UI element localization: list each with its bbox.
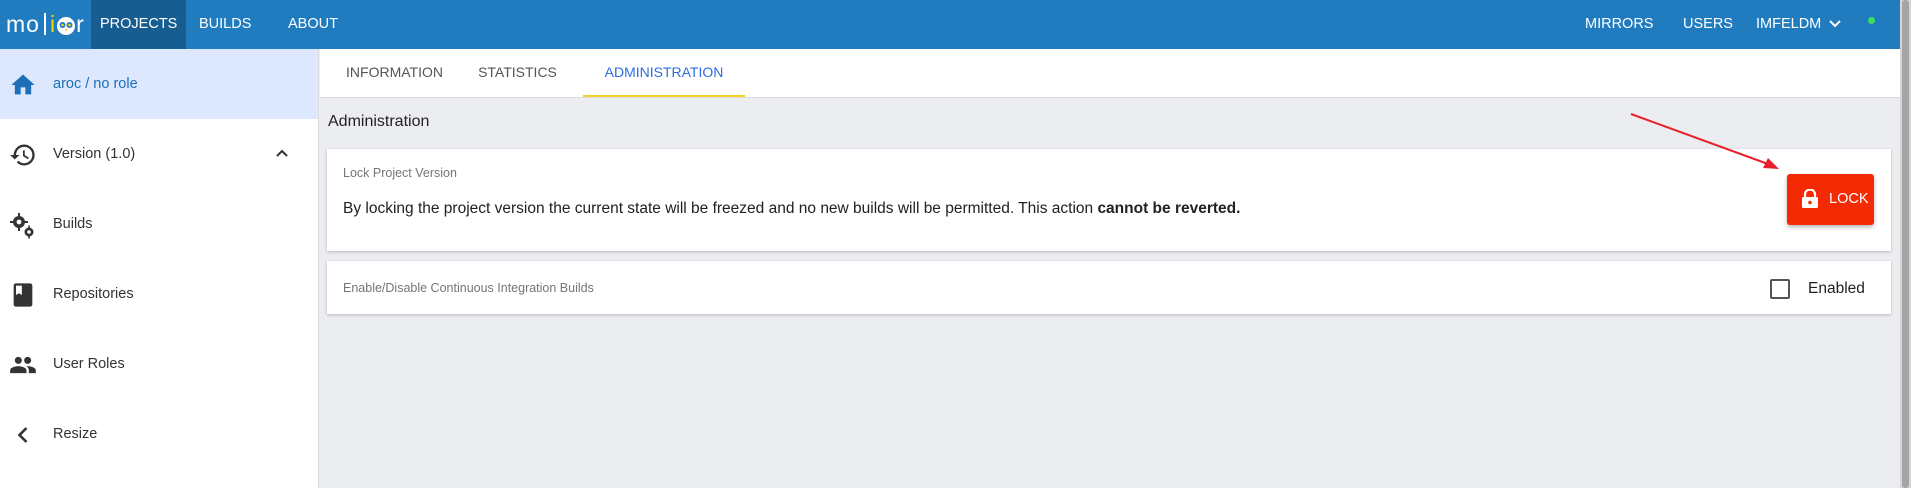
lock-card-caption: Lock Project Version	[343, 166, 457, 180]
ci-enabled-checkbox[interactable]	[1770, 279, 1790, 299]
lock-version-card: Lock Project Version By locking the proj…	[327, 149, 1891, 251]
gears-icon	[10, 213, 34, 239]
user-menu[interactable]: IMFELDM	[1747, 0, 1830, 49]
sidebar-item-builds[interactable]: Builds	[0, 189, 318, 259]
ci-enabled-label: Enabled	[1808, 280, 1865, 297]
owl-icon	[57, 17, 76, 35]
lock-warning-bold: cannot be reverted.	[1097, 200, 1241, 217]
ci-card-caption: Enable/Disable Continuous Integration Bu…	[343, 281, 594, 295]
sidebar-item-repositories[interactable]: Repositories	[0, 259, 318, 329]
sidebar-item-label: Builds	[53, 216, 93, 232]
sidebar-item-version[interactable]: Version (1.0)	[0, 119, 318, 189]
sidebar-item-label: aroc / no role	[53, 76, 138, 92]
ci-builds-card: Enable/Disable Continuous Integration Bu…	[327, 261, 1891, 314]
lock-description-text: By locking the project version the curre…	[343, 200, 1098, 217]
lock-button-label: LOCK	[1829, 191, 1869, 207]
scrollbar-thumb[interactable]	[1902, 0, 1909, 488]
lock-button[interactable]: LOCK	[1787, 174, 1874, 225]
sidebar-item-label: Resize	[53, 426, 98, 442]
sidebar-item-resize[interactable]: Resize	[0, 399, 318, 469]
people-icon	[10, 356, 36, 374]
book-icon	[13, 283, 33, 307]
sidebar-item-label: User Roles	[53, 356, 125, 372]
nav-mirrors[interactable]: MIRRORS	[1576, 0, 1662, 49]
lock-card-description: By locking the project version the curre…	[343, 200, 1240, 218]
nav-users[interactable]: USERS	[1674, 0, 1742, 49]
chevron-down-icon[interactable]	[1828, 17, 1842, 31]
nav-projects[interactable]: PROJECTS	[91, 0, 187, 49]
home-icon	[11, 74, 35, 95]
tab-administration[interactable]: ADMINISTRATION	[583, 49, 745, 97]
chevron-left-icon	[17, 427, 28, 443]
sidebar-item-label: Repositories	[53, 286, 134, 302]
status-online-indicator	[1868, 17, 1875, 24]
sidebar-item-project[interactable]: aroc / no role	[0, 49, 318, 119]
tab-statistics[interactable]: STATISTICS	[469, 49, 566, 97]
top-bar: mo i r PROJECTS BUILDS ABOUT MIRRORS USERS…	[0, 0, 1900, 49]
sidebar-item-label: Version (1.0)	[53, 146, 136, 162]
logo-text-right: r	[76, 11, 85, 37]
sidebar-item-user-roles[interactable]: User Roles	[0, 329, 318, 399]
logo-text-left: mo	[6, 11, 40, 37]
section-title: Administration	[328, 113, 430, 130]
nav-about[interactable]: ABOUT	[279, 0, 347, 49]
logo-divider	[43, 13, 46, 35]
tab-information[interactable]: INFORMATION	[320, 49, 469, 97]
molior-logo[interactable]: mo i r	[6, 10, 85, 38]
chevron-up-icon[interactable]	[275, 147, 289, 159]
sidebar: aroc / no role Version (1.0) Builds Repo…	[0, 49, 319, 488]
lock-icon	[1802, 189, 1818, 208]
history-icon	[10, 144, 35, 166]
tab-bar: INFORMATION STATISTICS ADMINISTRATION	[320, 49, 1900, 98]
nav-builds[interactable]: BUILDS	[190, 0, 260, 49]
